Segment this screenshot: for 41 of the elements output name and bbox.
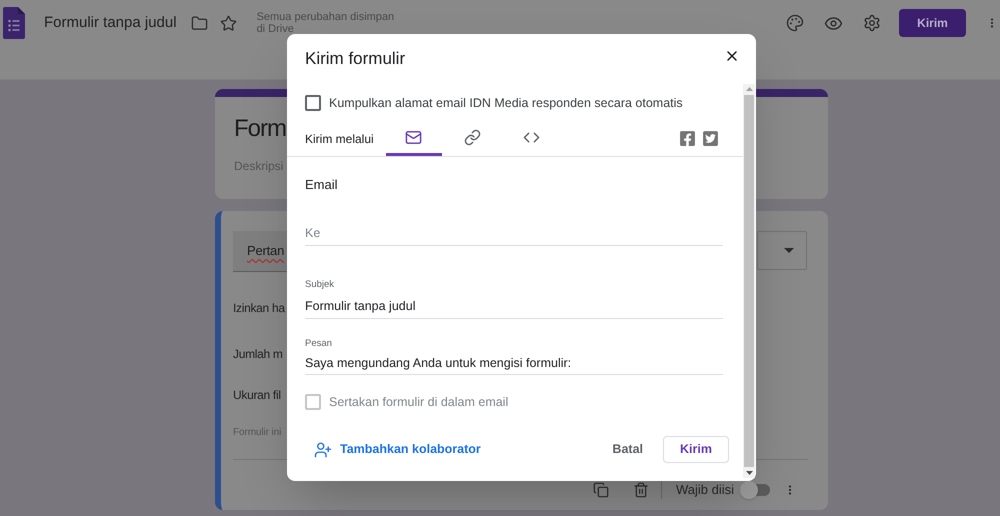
setting-label: Ukuran fil [233, 387, 281, 403]
checkbox-label: Sertakan formulir di dalam email [329, 394, 508, 411]
question-title-field[interactable]: Pertan [233, 231, 287, 272]
subject-field[interactable]: Formulir tanpa judul [305, 294, 723, 319]
trash-icon[interactable] [632, 482, 649, 498]
setting-label: Izinkan ha [233, 300, 285, 316]
star-icon[interactable] [220, 14, 237, 32]
dialog-send-button[interactable]: Kirim [663, 436, 729, 463]
dialog-title: Kirim formulir [305, 48, 406, 70]
checkbox-label: Kumpulkan alamat email IDN Media responden secara otomatis [329, 94, 683, 112]
add-person-icon [314, 440, 332, 458]
scrollbar[interactable] [743, 84, 755, 478]
save-status: Semua perubahan disimpan di Drive [256, 11, 396, 35]
cancel-button[interactable]: Batal [604, 436, 651, 463]
document-title[interactable]: Formulir tanpa judul [44, 12, 177, 34]
folder-icon[interactable] [190, 14, 208, 32]
link-icon [464, 128, 482, 146]
forms-logo-icon[interactable] [3, 7, 25, 39]
send-via-label: Kirim melalui [305, 130, 374, 148]
settings-icon[interactable] [863, 14, 881, 32]
form-title[interactable]: Form [234, 115, 286, 143]
to-field[interactable]: Ke [305, 220, 723, 246]
mail-icon [405, 128, 422, 146]
palette-icon[interactable] [786, 14, 804, 32]
twitter-icon[interactable] [702, 130, 719, 147]
send-button[interactable]: Kirim [899, 9, 966, 37]
setting-label: Jumlah m [233, 346, 283, 362]
facebook-icon[interactable] [679, 130, 696, 147]
field-label: Pesan [305, 338, 332, 350]
scrollbar-thumb[interactable] [744, 95, 754, 467]
scroll-down-icon[interactable] [746, 471, 752, 475]
checkbox[interactable] [305, 95, 321, 111]
scroll-up-icon[interactable] [746, 87, 752, 91]
field-label: Subjek [305, 279, 334, 291]
copy-icon[interactable] [592, 482, 609, 498]
required-toggle[interactable] [740, 481, 772, 499]
message-field[interactable]: Saya mengundang Anda untuk mengisi formulir: [305, 351, 723, 375]
add-collaborators-button[interactable]: Tambahkan kolaborator [305, 436, 490, 463]
section-title: Email [305, 176, 338, 194]
required-label: Wajib diisi [676, 482, 734, 498]
caret-icon [784, 248, 794, 253]
